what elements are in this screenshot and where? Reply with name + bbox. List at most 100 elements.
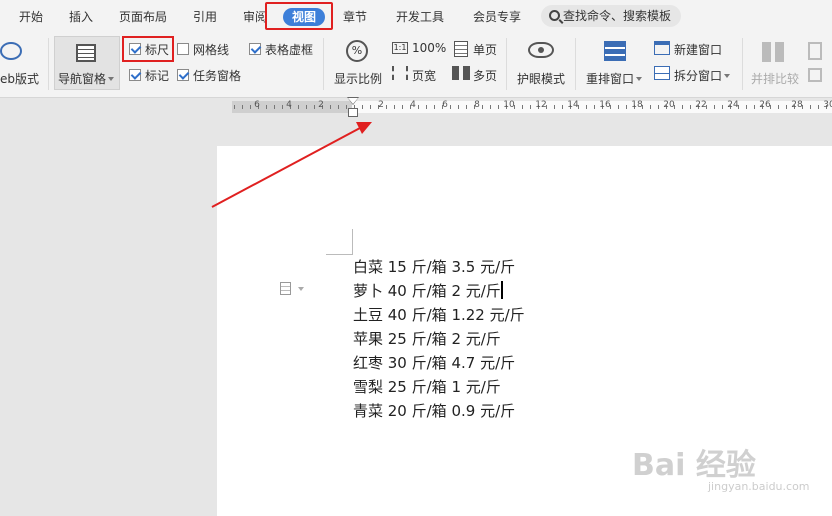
multi-page-label[interactable]: 多页 <box>473 67 497 84</box>
text-line: 萝卜 40 斤/箱 2 元/斤 <box>353 282 501 300</box>
gridlines-checkbox[interactable] <box>177 43 189 55</box>
ruler-number: 24 <box>727 100 739 110</box>
ruler-tick <box>586 105 587 109</box>
ruler-number: 18 <box>631 100 643 110</box>
ruler-checkbox[interactable] <box>129 43 141 55</box>
side-by-side-label[interactable]: 并排比较 <box>751 70 799 87</box>
ruler-number: 2 <box>378 100 384 110</box>
command-search-box[interactable]: 查找命令、搜索模板 <box>541 5 681 27</box>
ruler-tick <box>266 105 267 109</box>
eye-icon[interactable] <box>528 42 554 58</box>
ruler-tick <box>522 105 523 109</box>
search-icon <box>549 10 560 21</box>
task-pane-checkbox-label[interactable]: 任务窗格 <box>193 67 241 84</box>
ruler-number: 8 <box>474 100 480 110</box>
tab-chapter[interactable]: 章节 <box>343 8 367 26</box>
new-window-label[interactable]: 新建窗口 <box>674 41 722 58</box>
rearrange-window-label[interactable]: 重排窗口 <box>586 70 643 87</box>
marks-checkbox[interactable] <box>129 69 141 81</box>
left-indent-handle <box>348 108 358 117</box>
ruler-tick <box>330 105 331 109</box>
ruler-tick <box>554 105 555 109</box>
ruler-strip: 6 4 2 2 4 6 8 10 12 14 16 18 20 22 24 26 28 30 <box>232 100 832 113</box>
split-window-icon[interactable] <box>654 66 670 80</box>
tab-developer[interactable]: 开发工具 <box>396 8 444 26</box>
zoom-100-label[interactable]: 100% <box>412 41 446 55</box>
ruler-tick <box>274 105 275 109</box>
page-width-label[interactable]: 页宽 <box>412 67 436 84</box>
page-width-icon[interactable] <box>392 66 408 80</box>
zoom-label[interactable]: 显示比例 <box>334 70 382 87</box>
ruler-tick <box>650 105 651 109</box>
paragraph-handle-icon[interactable] <box>280 282 291 295</box>
table-gridlines-checkbox-label[interactable]: 表格虚框 <box>265 41 313 58</box>
tab-insert[interactable]: 插入 <box>69 8 93 26</box>
reset-position-icon[interactable] <box>808 68 822 82</box>
margin-corner-mark <box>326 229 353 255</box>
multi-page-icon[interactable] <box>452 66 470 80</box>
tab-references[interactable]: 引用 <box>193 8 217 26</box>
split-window-label[interactable]: 拆分窗口 <box>674 67 731 84</box>
ruler-number: 16 <box>599 100 611 110</box>
ruler-tick <box>306 105 307 109</box>
ruler-tick <box>490 105 491 109</box>
sync-scroll-icon[interactable] <box>808 42 822 60</box>
table-gridlines-checkbox[interactable] <box>249 43 261 55</box>
ruler-tick <box>810 105 811 109</box>
ruler-number: 6 <box>442 100 448 110</box>
ribbon-separator <box>742 38 743 90</box>
ruler-tick <box>346 105 347 109</box>
ruler-checkbox-label[interactable]: 标尺 <box>145 41 169 58</box>
ruler-tick <box>714 105 715 109</box>
ruler-tick <box>818 105 819 109</box>
nav-pane-label[interactable]: 导航窗格 <box>58 70 115 87</box>
marks-checkbox-label[interactable]: 标记 <box>145 67 169 84</box>
tab-member[interactable]: 会员专享 <box>473 8 521 26</box>
chevron-down-icon <box>108 77 115 81</box>
ruler-tick <box>370 105 371 109</box>
ruler-tick <box>402 105 403 109</box>
ruler-tick <box>362 105 363 109</box>
ruler-number: 26 <box>759 100 771 110</box>
ruler-tick <box>786 105 787 109</box>
ruler-number: 22 <box>695 100 707 110</box>
eye-mode-label[interactable]: 护眼模式 <box>517 70 565 87</box>
ruler-number: 4 <box>286 100 292 110</box>
new-window-icon[interactable] <box>654 41 670 55</box>
rearrange-window-icon[interactable] <box>604 41 626 61</box>
ruler-number: 4 <box>410 100 416 110</box>
zoom-100-icon[interactable]: 1:1 <box>392 42 408 54</box>
tab-home[interactable]: 开始 <box>19 8 43 26</box>
ruler-number: 30 <box>823 100 832 110</box>
web-layout-icon[interactable] <box>0 42 22 60</box>
ruler-tick <box>594 105 595 109</box>
document-text[interactable]: 白菜 15 斤/箱 3.5 元/斤 萝卜 40 斤/箱 2 元/斤 土豆 40 … <box>353 255 525 423</box>
search-placeholder: 查找命令、搜索模板 <box>563 9 672 23</box>
ruler-tick <box>234 105 235 109</box>
view-tab-highlight-box <box>265 2 333 30</box>
side-by-side-icon[interactable] <box>762 42 784 62</box>
zoom-icon[interactable]: % <box>346 40 368 62</box>
ruler-tick <box>458 105 459 109</box>
ruler-tick <box>434 105 435 109</box>
horizontal-ruler[interactable]: 6 4 2 2 4 6 8 10 12 14 16 18 20 22 24 26 28 30 <box>0 97 832 119</box>
ruler-tick <box>298 105 299 109</box>
baidu-watermark-logo: Bai 经验 <box>632 448 756 483</box>
tab-review[interactable]: 审阅 <box>243 8 267 26</box>
web-layout-label[interactable]: eb版式 <box>0 70 39 87</box>
menu-bar: 开始 插入 页面布局 引用 审阅 视图 章节 开发工具 会员专享 查找命令、搜索… <box>0 0 832 32</box>
task-pane-checkbox[interactable] <box>177 69 189 81</box>
text-line: 青菜 20 斤/箱 0.9 元/斤 <box>353 402 516 420</box>
single-page-label[interactable]: 单页 <box>473 41 497 58</box>
indent-marker[interactable] <box>347 97 359 118</box>
gridlines-checkbox-label[interactable]: 网格线 <box>193 41 229 58</box>
ruler-number: 12 <box>535 100 547 110</box>
single-page-icon[interactable] <box>454 41 468 57</box>
text-line: 苹果 25 斤/箱 2 元/斤 <box>353 330 501 348</box>
text-cursor <box>501 281 503 299</box>
tab-page-layout[interactable]: 页面布局 <box>119 8 167 26</box>
ruler-tick <box>746 105 747 109</box>
ruler-tick <box>682 105 683 109</box>
ruler-number: 2 <box>318 100 324 110</box>
ruler-number: 14 <box>567 100 579 110</box>
